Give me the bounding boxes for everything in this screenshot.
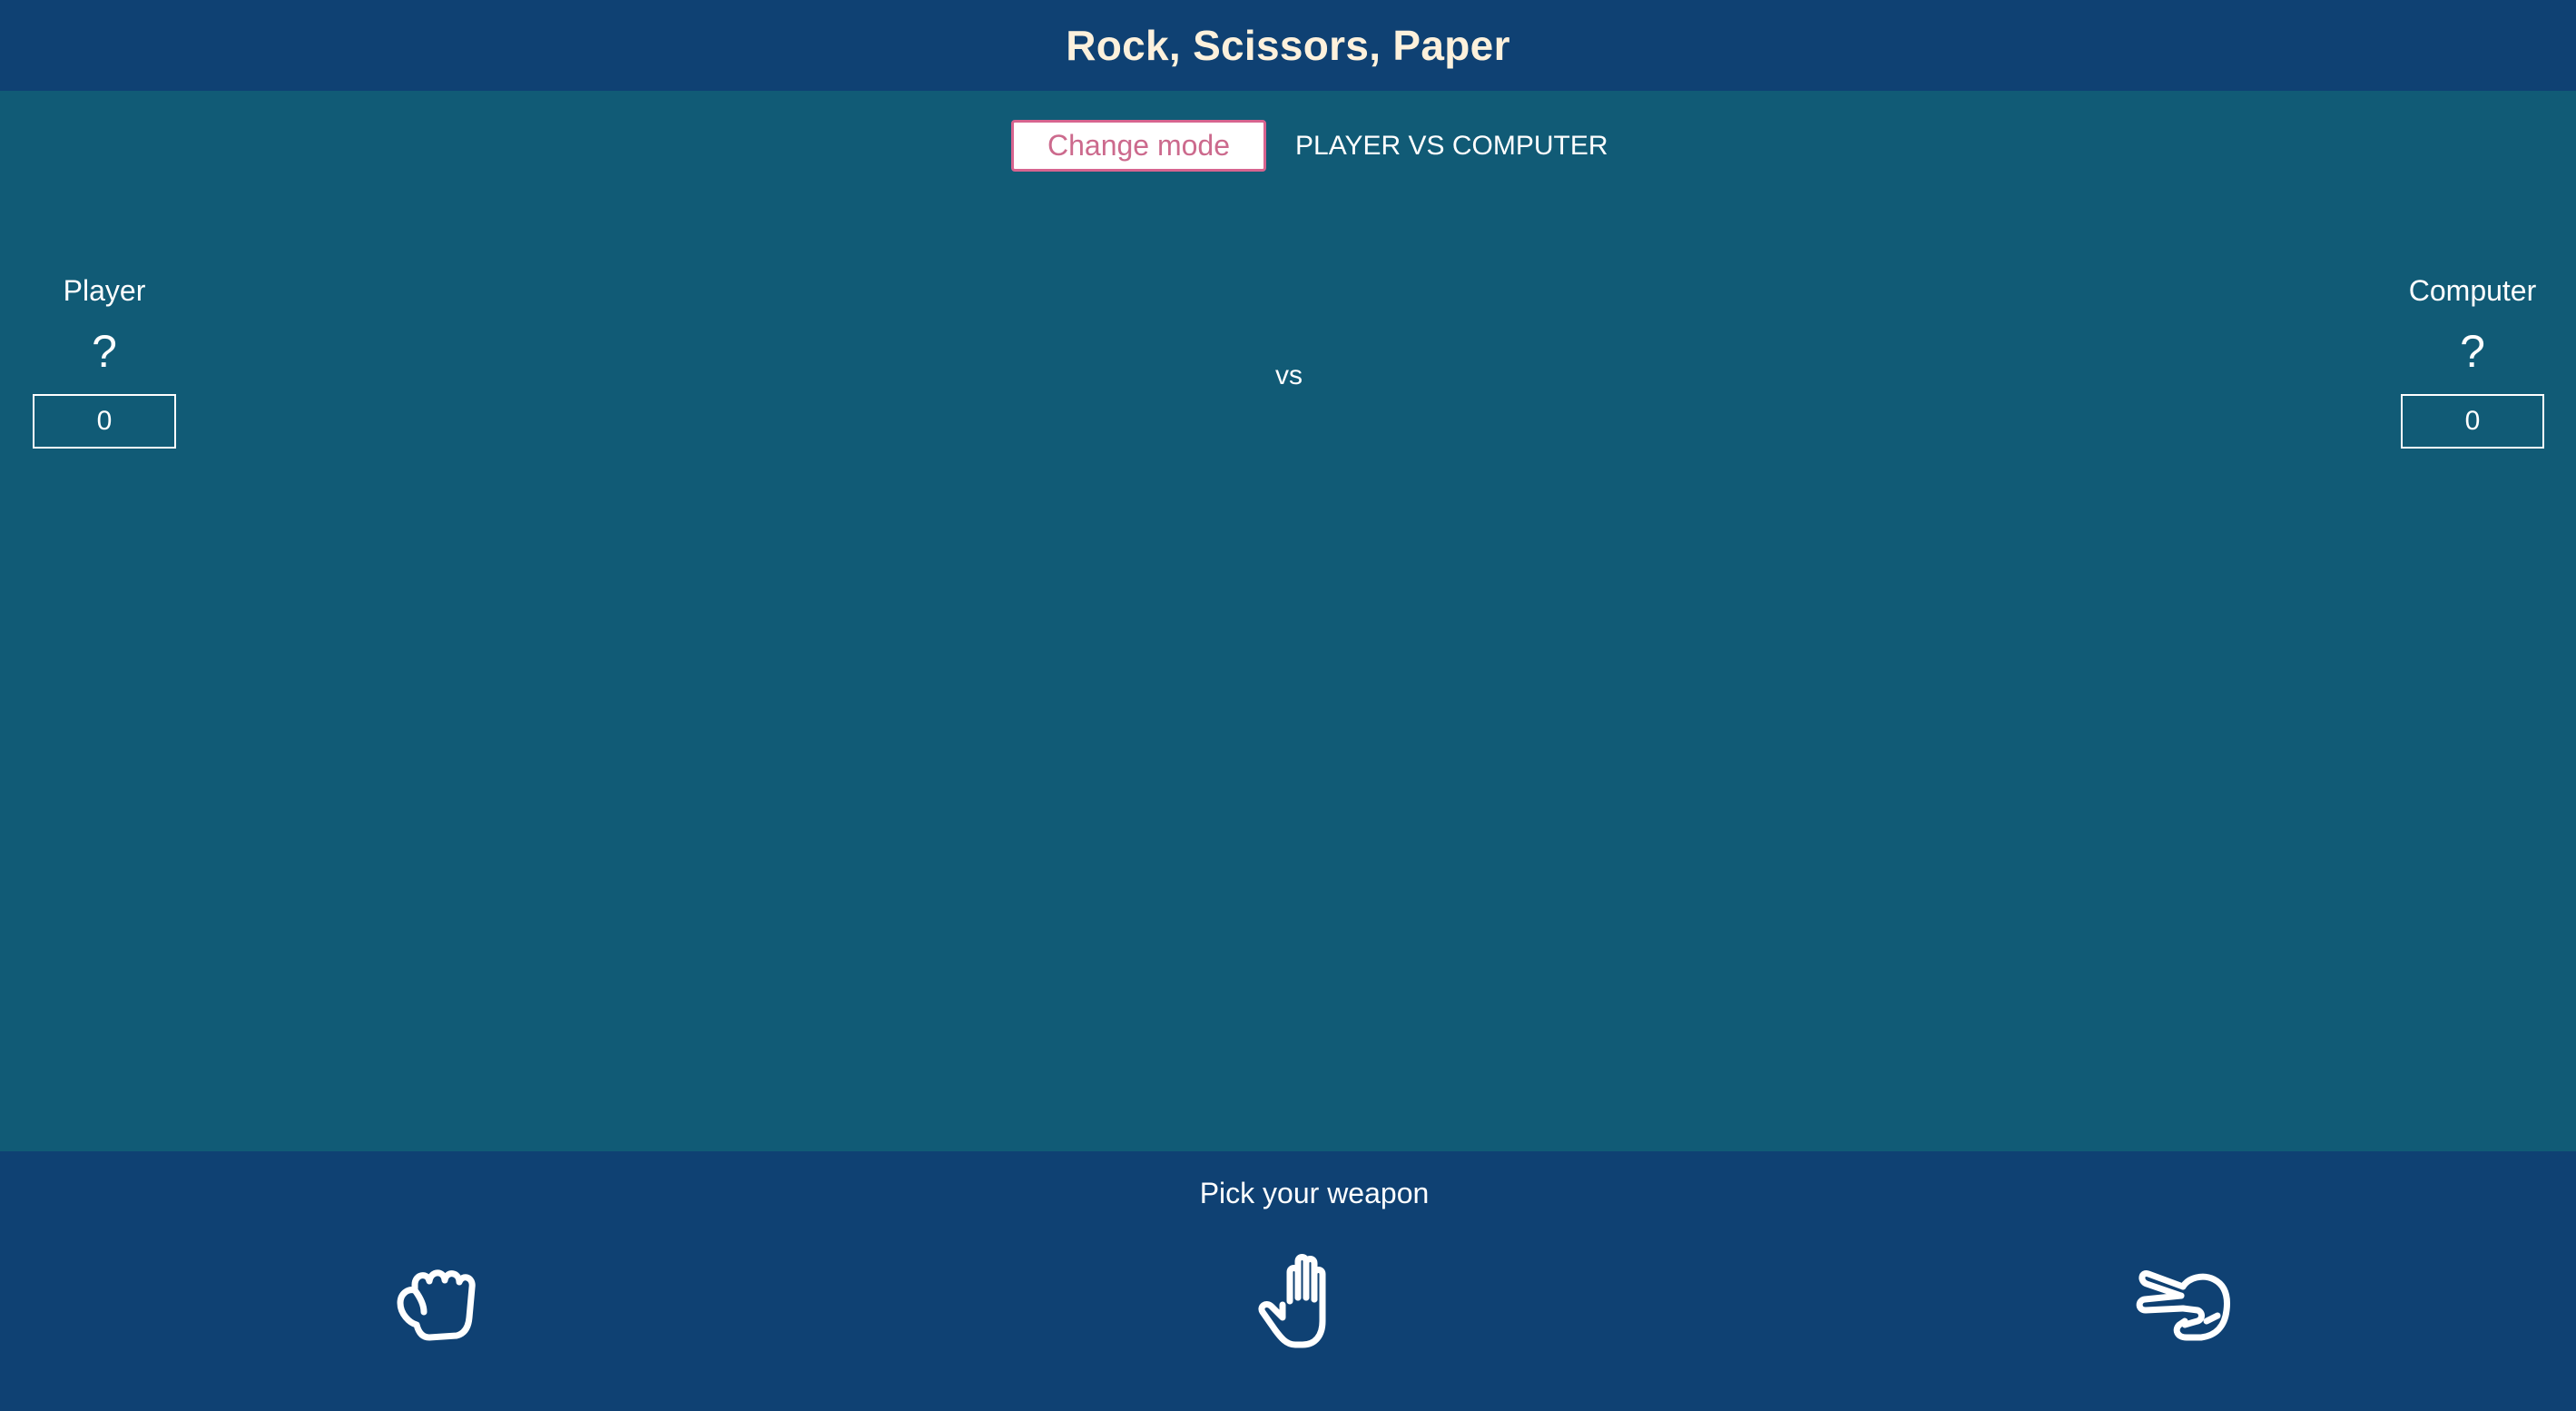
change-mode-button[interactable]: Change mode xyxy=(1011,120,1266,172)
player-choice: ? xyxy=(92,326,117,377)
computer-score: 0 xyxy=(2401,394,2544,449)
rock-button[interactable] xyxy=(379,1242,497,1360)
page-title: Rock, Scissors, Paper xyxy=(1066,22,1510,69)
computer-name: Computer xyxy=(2408,274,2537,307)
rock-hand-icon xyxy=(397,1269,476,1341)
scissors-hand-icon xyxy=(2136,1270,2230,1341)
player-name: Player xyxy=(63,274,146,307)
scissors-button[interactable] xyxy=(2126,1242,2244,1360)
header-bar: Rock, Scissors, Paper xyxy=(0,0,2576,91)
vs-label: vs xyxy=(1275,360,1303,390)
current-mode-label: PLAYER VS COMPUTER xyxy=(1295,131,1608,161)
mode-bar: Change mode PLAYER VS COMPUTER xyxy=(0,120,2576,174)
weapon-picker: Pick your weapon xyxy=(0,1151,2576,1411)
player-panel: Player ? 0 xyxy=(32,272,177,449)
player-score: 0 xyxy=(33,394,176,449)
computer-panel: Computer ? 0 xyxy=(2400,272,2545,449)
paper-button[interactable] xyxy=(1244,1242,1362,1360)
computer-choice: ? xyxy=(2460,326,2485,377)
paper-hand-icon xyxy=(1258,1254,1326,1348)
pick-weapon-label: Pick your weapon xyxy=(1199,1177,1430,1209)
game-area: Change mode PLAYER VS COMPUTER Player ? … xyxy=(0,91,2576,1151)
